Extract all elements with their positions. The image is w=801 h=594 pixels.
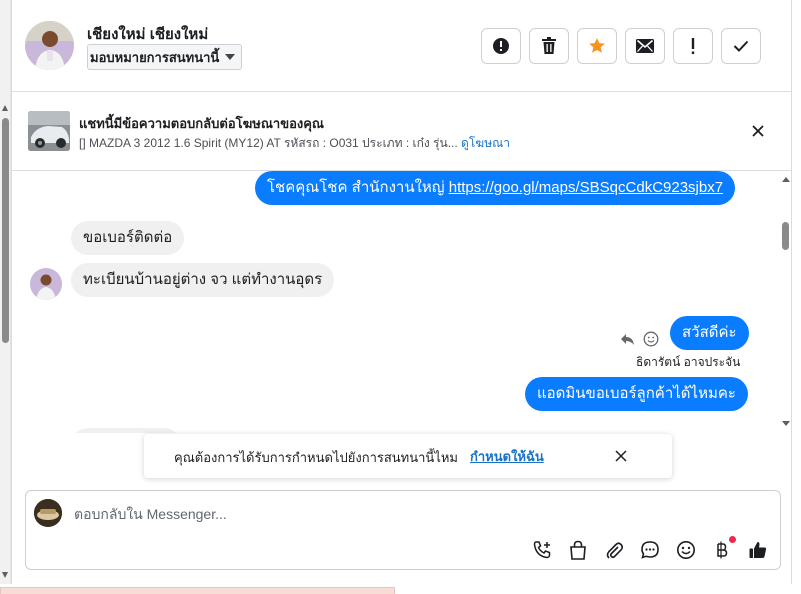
alert-circle-icon [493,38,509,54]
message-bubble-incoming[interactable]: ขอเบอร์ติดต่อ [71,221,185,255]
ad-banner-subtitle: [] MAZDA 3 2012 1.6 Spirit (MY12) AT รหั… [79,134,510,153]
conversation-panel: เชียงใหม่ เชียงใหม่ มอบหมายการสนทนานี้ แ… [11,0,793,584]
assign-to-me-link[interactable]: กำหนดให้ฉัน [470,446,544,467]
message-text: แอดมินขอเบอร์ลูกค้าได้ไหมคะ [537,385,736,402]
right-margin [792,0,801,594]
mark-done-button[interactable] [721,28,761,64]
scrollbar-thumb[interactable] [2,118,9,343]
message-text: ขอเบอร์ติดต่อ [83,229,173,246]
assign-reminder-toast: คุณต้องการได้รับการกำหนดไปยังการสนทนานี้… [144,434,672,478]
message-text: ทะเบียนบ้านอยู่ต่าง จว แต่ทำงานอุดร [83,271,323,288]
scroll-down-arrow-icon[interactable] [782,421,790,426]
contact-name[interactable]: เชียงใหม่ เชียงใหม่ [87,22,208,46]
message-bubble-incoming[interactable] [71,428,181,433]
ad-reply-banner: แชทนี้มีข้อความตอบกลับต่อโฆษณาของคุณ [] … [12,92,793,171]
notification-dot [729,536,736,543]
saved-reply-icon [641,541,659,559]
assign-label: มอบหมายการสนทนานี้ [90,49,220,65]
ad-thumbnail[interactable] [28,111,70,151]
message-hover-actions [620,331,659,347]
window-scrollbar[interactable] [0,0,11,584]
thumbs-up-icon [749,542,767,558]
message-text: สวัสดีค่ะ [682,324,737,341]
check-icon [733,40,749,52]
delete-button[interactable] [529,28,569,64]
reply-input[interactable] [74,503,734,525]
saved-replies-button[interactable] [639,539,661,561]
exclamation-icon [691,38,695,54]
payment-button[interactable] [711,536,736,561]
scroll-down-arrow-icon[interactable] [2,572,8,578]
toast-message: คุณต้องการได้รับการกำหนดไปยังการสนทนานี้… [174,450,458,465]
shop-button[interactable] [567,539,589,561]
page-avatar [34,499,62,527]
message-list[interactable]: โชคคุณโชค สำนักงานใหญ่ https://goo.gl/ma… [12,171,793,433]
message-bubble-outgoing[interactable]: โชคคุณโชค สำนักงานใหญ่ https://goo.gl/ma… [255,171,736,205]
contact-avatar-small[interactable] [30,268,62,300]
shopping-bag-icon [570,540,586,560]
message-bubble-outgoing[interactable]: สวัสดีค่ะ [670,316,749,350]
close-icon[interactable] [750,123,766,139]
follow-up-button[interactable] [673,28,713,64]
scroll-up-arrow-icon[interactable] [2,105,8,111]
mark-unread-button[interactable] [625,28,665,64]
conversation-header: เชียงใหม่ เชียงใหม่ มอบหมายการสนทนานี้ [12,0,793,92]
app-window: เชียงใหม่ เชียงใหม่ มอบหมายการสนทนานี้ แ… [0,0,801,594]
trash-icon [542,37,556,54]
caret-down-icon [225,54,236,60]
scrollbar-thumb[interactable] [782,222,789,250]
emoji-button[interactable] [675,539,697,561]
like-button[interactable] [747,539,769,561]
message-text: โชคคุณโชค สำนักงานใหญ่ [267,179,445,196]
message-scrollbar[interactable] [779,171,793,433]
baht-icon [717,541,728,559]
status-tab [0,587,395,594]
message-sender-name: ธิดารัตน์ อาจประจัน [636,355,741,369]
header-actions [481,28,761,64]
contact-avatar[interactable] [25,21,74,70]
message-link[interactable]: https://goo.gl/maps/SBSqcCdkC923sjbx7 [449,179,723,196]
assign-conversation-dropdown[interactable]: มอบหมายการสนทนานี้ [87,44,243,70]
phone-add-icon [533,541,551,559]
react-emoji-icon[interactable] [643,331,659,347]
reply-composer [25,490,781,570]
reply-icon[interactable] [620,333,635,346]
message-bubble-outgoing[interactable]: แอดมินขอเบอร์ลูกค้าได้ไหมคะ [525,377,748,411]
star-button[interactable] [577,28,617,64]
ad-description: [] MAZDA 3 2012 1.6 Spirit (MY12) AT รหั… [79,136,458,150]
spam-button[interactable] [481,28,521,64]
close-icon[interactable] [614,449,628,463]
paperclip-icon [606,542,623,559]
star-icon [589,38,605,53]
call-add-button[interactable] [531,539,553,561]
envelope-icon [636,39,654,53]
message-bubble-incoming[interactable]: ทะเบียนบ้านอยู่ต่าง จว แต่ทำงานอุดร [71,263,335,297]
scroll-up-arrow-icon[interactable] [782,177,790,182]
emoji-icon [677,541,695,559]
composer-toolbar [531,536,769,561]
view-ad-link[interactable]: ดูโฆษณา [461,136,510,150]
attach-button[interactable] [603,539,625,561]
ad-banner-title: แชทนี้มีข้อความตอบกลับต่อโฆษณาของคุณ [79,116,324,131]
